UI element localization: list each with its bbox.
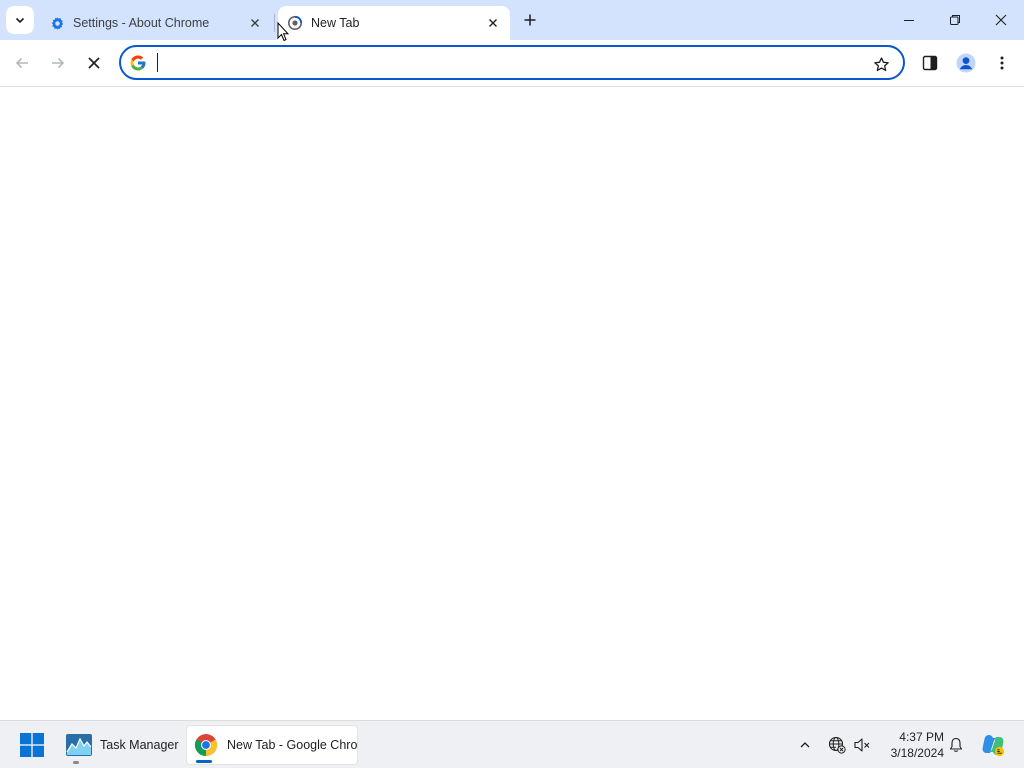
show-hidden-icons-button[interactable] xyxy=(793,733,817,757)
copilot-icon xyxy=(982,735,1005,757)
windows-taskbar: Task Manager New Tab - Google Chrome xyxy=(0,720,1024,768)
volume-button[interactable] xyxy=(850,733,874,757)
start-button[interactable] xyxy=(14,729,50,761)
chrome-menu-button[interactable] xyxy=(988,49,1016,77)
bookmark-star-button[interactable] xyxy=(871,54,891,74)
arrow-right-icon xyxy=(52,57,65,69)
profile-button[interactable] xyxy=(952,49,980,77)
notifications-button[interactable] xyxy=(944,733,968,757)
new-tab-button[interactable] xyxy=(518,8,542,32)
loading-spinner-icon xyxy=(287,15,303,31)
address-input[interactable] xyxy=(155,52,855,74)
more-vert-icon xyxy=(1000,56,1004,70)
running-indicator xyxy=(73,761,79,764)
close-tab-button[interactable] xyxy=(246,14,264,32)
star-icon xyxy=(873,56,889,71)
close-icon xyxy=(995,14,1007,26)
restore-icon xyxy=(950,15,960,25)
forward-button[interactable] xyxy=(44,49,72,77)
chevron-up-icon xyxy=(800,742,810,748)
plus-icon xyxy=(524,14,536,26)
close-icon xyxy=(251,19,259,27)
restore-button[interactable] xyxy=(932,0,978,40)
close-tab-button[interactable] xyxy=(484,14,502,32)
gear-icon xyxy=(49,15,65,31)
close-icon xyxy=(88,57,100,69)
chevron-down-icon xyxy=(15,17,25,24)
windows-logo-icon xyxy=(20,733,44,757)
taskbar-app-label: New Tab - Google Chrome xyxy=(227,738,357,752)
clock-date: 3/18/2024 xyxy=(890,746,944,760)
tab-search-button[interactable] xyxy=(6,6,34,34)
active-indicator xyxy=(196,760,212,763)
mouse-cursor-icon xyxy=(277,22,289,42)
close-window-button[interactable] xyxy=(978,0,1024,40)
tab-settings-about-chrome[interactable]: Settings - About Chrome xyxy=(40,6,272,40)
browser-toolbar xyxy=(0,40,1024,87)
chrome-icon xyxy=(193,732,219,758)
task-manager-icon xyxy=(66,732,92,758)
speaker-muted-icon xyxy=(854,738,870,752)
tab-new-tab[interactable]: New Tab xyxy=(278,6,510,40)
stop-loading-button[interactable] xyxy=(80,49,108,77)
text-cursor xyxy=(157,53,158,72)
tab-separator xyxy=(274,14,275,32)
google-g-icon xyxy=(130,55,146,71)
tab-title: New Tab xyxy=(311,16,360,30)
tab-strip: Settings - About Chrome New Tab xyxy=(0,0,1024,40)
bell-icon xyxy=(949,737,963,752)
side-panel-icon xyxy=(922,55,938,71)
taskbar-app-label: Task Manager xyxy=(100,738,179,752)
side-panel-button[interactable] xyxy=(916,49,944,77)
clock[interactable]: 4:37 PM 3/18/2024 xyxy=(880,729,944,761)
clock-time: 4:37 PM xyxy=(899,730,944,744)
tab-title: Settings - About Chrome xyxy=(73,16,210,30)
minimize-icon xyxy=(904,20,914,21)
address-bar[interactable] xyxy=(119,45,905,80)
copilot-preview-button[interactable] xyxy=(980,733,1006,757)
minimize-button[interactable] xyxy=(886,0,932,40)
taskbar-app-task-manager[interactable]: Task Manager xyxy=(60,725,180,765)
avatar-icon xyxy=(956,53,976,73)
taskbar-app-chrome[interactable]: New Tab - Google Chrome xyxy=(186,725,358,765)
arrow-left-icon xyxy=(15,57,28,69)
page-content xyxy=(0,88,1024,720)
network-status-button[interactable] xyxy=(825,733,849,757)
back-button[interactable] xyxy=(8,49,36,77)
globe-no-internet-icon xyxy=(828,736,846,754)
close-icon xyxy=(489,19,497,27)
